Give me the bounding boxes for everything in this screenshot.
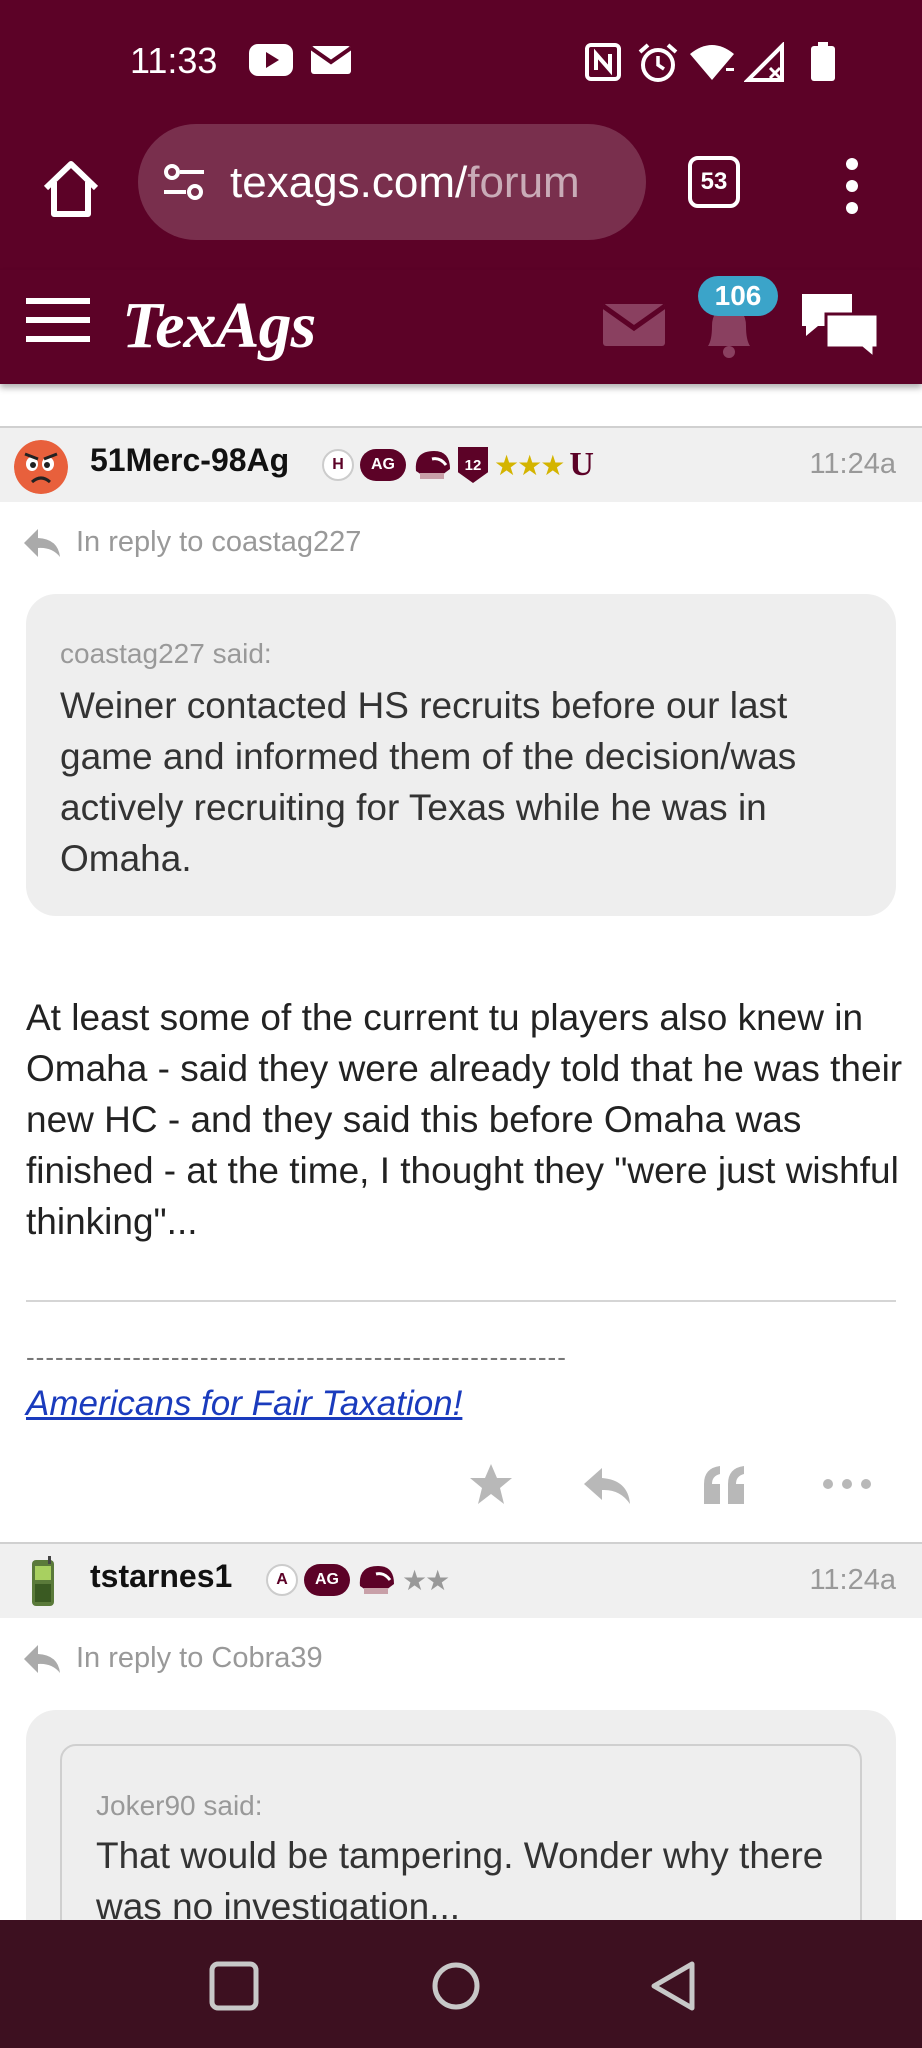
helmet-badge-icon (359, 1566, 394, 1594)
url-bar: texags.com/forum 53 (0, 120, 922, 270)
post-time[interactable]: 11:24a (809, 448, 896, 481)
signature-link[interactable]: Americans for Fair Taxation! (26, 1384, 462, 1424)
badge-h: H (322, 449, 354, 481)
cell-phone-avatar[interactable] (14, 1556, 68, 1610)
recent-apps-icon[interactable] (208, 1960, 260, 2012)
quote-text: That would be tampering. Wonder why ther… (96, 1835, 824, 1927)
status-time: 11:33 (130, 40, 218, 81)
tab-switcher-button[interactable]: 53 (688, 156, 740, 208)
user-badges: H AG 12 ★★★ U (322, 446, 594, 484)
star-rating: ★★ (402, 1563, 450, 1597)
site-logo[interactable]: TexAgs (122, 288, 316, 364)
site-header: TexAgs 106 (0, 270, 922, 384)
notification-badge: 106 (698, 276, 778, 316)
reply-to-text: In reply to Cobra39 (76, 1642, 323, 1674)
home-button-icon[interactable] (430, 1960, 482, 2012)
post-header: tstarnes1 A AG ★★ 11:24a (0, 1542, 922, 1618)
gmail-icon (310, 46, 352, 74)
more-actions-icon[interactable] (822, 1462, 872, 1506)
quote-author: Joker90 said: (96, 1790, 263, 1821)
post-username[interactable]: 51Merc-98Ag (90, 442, 289, 479)
user-badges: A AG ★★ (266, 1562, 450, 1598)
url-path: forum (467, 158, 580, 207)
reply-indicator[interactable]: In reply to Cobra39 (22, 1642, 323, 1675)
badge-a: A (266, 1564, 298, 1596)
reply-to-text: In reply to coastag227 (76, 526, 362, 558)
hamburger-menu-icon[interactable] (26, 296, 90, 344)
post-body: At least some of the current tu players … (26, 997, 903, 1242)
angry-face-avatar[interactable] (14, 440, 68, 494)
site-settings-icon[interactable] (160, 158, 208, 206)
badge-12: 12 (458, 447, 488, 483)
signature-divider (26, 1300, 896, 1302)
reply-indicator[interactable]: In reply to coastag227 (22, 526, 361, 559)
url-domain: texags.com/ (230, 158, 468, 207)
alarm-icon (638, 43, 678, 82)
back-icon[interactable] (648, 1960, 700, 2012)
status-bar: 11:33 (0, 0, 922, 125)
youtube-icon (249, 44, 293, 76)
chat-icon[interactable] (798, 290, 882, 358)
quote-icon[interactable] (700, 1462, 750, 1506)
signal-icon (744, 42, 784, 82)
post-time[interactable]: 11:24a (809, 1564, 896, 1597)
badge-u: U (569, 446, 594, 483)
system-navigation-bar (0, 1920, 922, 2048)
badge-ag: AG (304, 1564, 350, 1596)
nfc-icon (585, 43, 621, 81)
star-icon[interactable] (466, 1462, 516, 1506)
post-username[interactable]: tstarnes1 (90, 1558, 232, 1595)
helmet-badge-icon (415, 451, 450, 479)
badge-ag: AG (360, 449, 406, 481)
wifi-icon (690, 45, 734, 80)
quote-block: coastag227 said: Weiner contacted HS rec… (26, 594, 896, 916)
address-bar[interactable]: texags.com/forum (138, 124, 646, 240)
reply-arrow-icon (24, 528, 60, 557)
url-text: texags.com/forum (230, 158, 580, 208)
home-icon[interactable] (38, 156, 104, 222)
browser-chrome: 11:33 texags.com/forum 53 (0, 0, 922, 270)
post-header: 51Merc-98Ag H AG 12 ★★★ U 11:24a (0, 426, 922, 502)
quote-text: Weiner contacted HS recruits before our … (60, 685, 797, 879)
reply-arrow-icon (24, 1644, 60, 1673)
reply-icon[interactable] (582, 1464, 632, 1508)
more-options-icon[interactable] (840, 156, 864, 216)
quote-author: coastag227 said: (60, 638, 272, 669)
nested-quote-block: Joker90 said: That would be tampering. W… (60, 1744, 862, 1944)
signature-dashes: ----------------------------------------… (26, 1342, 567, 1372)
battery-icon (811, 42, 835, 81)
mail-icon[interactable] (603, 304, 665, 346)
star-rating: ★★★ (494, 448, 565, 482)
